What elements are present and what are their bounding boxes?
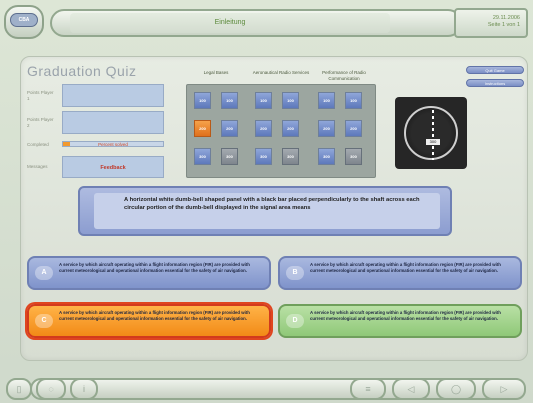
question-tile[interactable]: 300 [282, 148, 299, 165]
answer-a[interactable]: A A service by which aircraft operating … [27, 256, 271, 290]
question-tile[interactable]: 200 [221, 120, 238, 137]
next-icon: ▷ [500, 384, 508, 394]
reload-button[interactable]: ◯ [436, 378, 476, 400]
question-tile[interactable]: 100 [318, 92, 335, 109]
app-logo[interactable]: CBA [4, 5, 44, 39]
menu-button[interactable]: ≡ [350, 378, 386, 400]
question-tile[interactable]: 200 [345, 120, 362, 137]
answer-c-text: A service by which aircraft operating wi… [59, 310, 250, 321]
question-card: A horizontal white dumb-bell shaped pane… [78, 186, 452, 236]
question-text: A horizontal white dumb-bell shaped pane… [94, 193, 440, 229]
question-tile[interactable]: 300 [194, 148, 211, 165]
logo-mark: CBA [10, 13, 38, 27]
answer-d[interactable]: D A service by which aircraft operating … [278, 304, 522, 338]
player2-score-box [62, 111, 164, 134]
gauge-dial: 300 [404, 106, 458, 160]
answer-d-letter: D [286, 314, 304, 328]
quit-game-button[interactable]: Quit Game [466, 66, 524, 74]
quiz-title: Graduation Quiz [27, 63, 137, 79]
page-text: Seite 1 von 1 [487, 22, 520, 28]
answer-b[interactable]: B A service by which aircraft operating … [278, 256, 522, 290]
question-tile[interactable]: 100 [221, 92, 238, 109]
question-tile[interactable]: 100 [282, 92, 299, 109]
menu-icon: ≡ [365, 384, 371, 394]
messages-label: Messages [27, 164, 48, 169]
date-page-box: 29.11.2006 Seite 1 von 1 [454, 8, 528, 38]
exit-icon: ▯ [16, 384, 22, 394]
question-tile[interactable]: 200 [194, 120, 211, 137]
previous-icon: ◁ [407, 384, 415, 394]
answer-b-letter: B [286, 266, 304, 280]
column-legal-bases: Legal Bases [203, 70, 229, 75]
question-tile[interactable]: 300 [221, 148, 238, 165]
question-tile[interactable]: 200 [318, 120, 335, 137]
info-button[interactable]: i [70, 378, 98, 400]
column-radio-communication: Performance of Radio Communication [322, 70, 366, 81]
answer-a-letter: A [35, 266, 53, 280]
completed-progress-bar: Percent solved [62, 141, 164, 147]
question-tile[interactable]: 100 [194, 92, 211, 109]
next-button[interactable]: ▷ [482, 378, 526, 400]
column-aeronautical-radio: Aeronautical Radio Services [252, 70, 310, 75]
glossary-icon: ◌ [48, 384, 54, 394]
answer-c[interactable]: C A service by which aircraft operating … [27, 304, 271, 338]
question-tile[interactable]: 100 [255, 92, 272, 109]
answer-d-text: A service by which aircraft operating wi… [310, 310, 501, 321]
player1-score-box [62, 84, 164, 107]
progress-text: Percent solved [98, 142, 128, 147]
player1-label: Points Player 1 [27, 90, 54, 101]
question-tile[interactable]: 300 [345, 148, 362, 165]
answer-a-text: A service by which aircraft operating wi… [59, 262, 250, 273]
question-tile[interactable]: 200 [282, 120, 299, 137]
page-title: Einleitung [70, 13, 390, 33]
answer-c-letter: C [35, 314, 53, 328]
feedback-box: Feedback [62, 156, 164, 178]
date-text: 29.11.2006 [492, 15, 520, 21]
question-tile[interactable]: 300 [255, 148, 272, 165]
top-bar: CBA Einleitung 29.11.2006 Seite 1 von 1 [0, 0, 533, 46]
info-icon: i [83, 384, 85, 394]
gauge-readout: 300 [426, 139, 440, 145]
gauge-ticks [432, 110, 434, 160]
question-tile[interactable]: 100 [345, 92, 362, 109]
question-tile[interactable]: 200 [255, 120, 272, 137]
reload-icon: ◯ [450, 384, 462, 394]
previous-button[interactable]: ◁ [392, 378, 430, 400]
player2-label: Points Player 2 [27, 117, 54, 128]
instrument-gauge: 300 [395, 97, 467, 169]
answer-b-text: A service by which aircraft operating wi… [310, 262, 501, 273]
completed-label: Completed [27, 142, 49, 147]
glossary-button[interactable]: ◌ [36, 378, 66, 400]
exit-button[interactable]: ▯ [6, 378, 32, 400]
question-tile[interactable]: 300 [318, 148, 335, 165]
instructions-button[interactable]: Instructions [466, 79, 524, 87]
bottom-bar: ▯ ◌ i ≡ ◁ ◯ ▷ [0, 370, 533, 403]
